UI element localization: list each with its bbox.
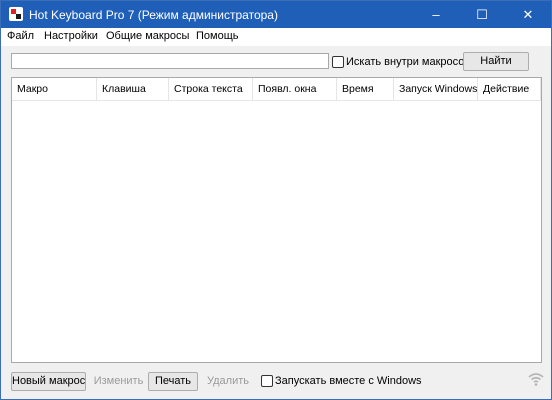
close-button[interactable]: ✕ bbox=[505, 1, 551, 28]
column-header-key[interactable]: Клавиша bbox=[97, 78, 169, 100]
print-button[interactable]: Печать bbox=[148, 372, 198, 391]
column-header-window-appear[interactable]: Появл. окна bbox=[253, 78, 337, 100]
run-with-windows-label: Запускать вместе с Windows bbox=[275, 375, 422, 388]
table-header: Макро Клавиша Строка текста Появл. окна … bbox=[12, 78, 541, 101]
title-bar[interactable]: Hot Keyboard Pro 7 (Режим администратора… bbox=[1, 1, 551, 28]
menu-common-macros[interactable]: Общие макросы bbox=[106, 30, 189, 42]
menu-bar: Файл Настройки Общие макросы Помощь bbox=[1, 28, 551, 46]
minimize-button[interactable]: – bbox=[413, 1, 459, 28]
menu-file[interactable]: Файл bbox=[7, 30, 34, 42]
column-header-action[interactable]: Действие bbox=[478, 78, 541, 100]
maximize-button[interactable]: ☐ bbox=[459, 1, 505, 28]
column-header-text-string[interactable]: Строка текста bbox=[169, 78, 253, 100]
column-header-windows-startup[interactable]: Запуск Windows bbox=[394, 78, 478, 100]
wifi-icon bbox=[528, 373, 544, 386]
delete-button[interactable]: Удалить bbox=[203, 372, 253, 391]
new-macro-button[interactable]: Новый макрос bbox=[11, 372, 86, 391]
search-inside-macros-checkbox[interactable] bbox=[332, 56, 344, 69]
search-input[interactable] bbox=[11, 53, 329, 69]
column-header-macro[interactable]: Макро bbox=[12, 78, 97, 100]
app-icon bbox=[9, 7, 23, 21]
window-title: Hot Keyboard Pro 7 (Режим администратора… bbox=[29, 8, 278, 22]
run-with-windows[interactable]: Запускать вместе с Windows bbox=[261, 375, 422, 389]
search-inside-macros[interactable]: Искать внутри макросов bbox=[332, 56, 470, 70]
macros-table[interactable]: Макро Клавиша Строка текста Появл. окна … bbox=[11, 77, 542, 363]
run-with-windows-checkbox[interactable] bbox=[261, 375, 273, 388]
find-button[interactable]: Найти bbox=[463, 52, 529, 71]
search-inside-macros-label: Искать внутри макросов bbox=[346, 56, 471, 69]
menu-help[interactable]: Помощь bbox=[196, 30, 239, 42]
main-window: Hot Keyboard Pro 7 (Режим администратора… bbox=[0, 0, 552, 400]
menu-settings[interactable]: Настройки bbox=[44, 30, 98, 42]
edit-button[interactable]: Изменить bbox=[91, 372, 146, 391]
column-header-time[interactable]: Время bbox=[337, 78, 394, 100]
